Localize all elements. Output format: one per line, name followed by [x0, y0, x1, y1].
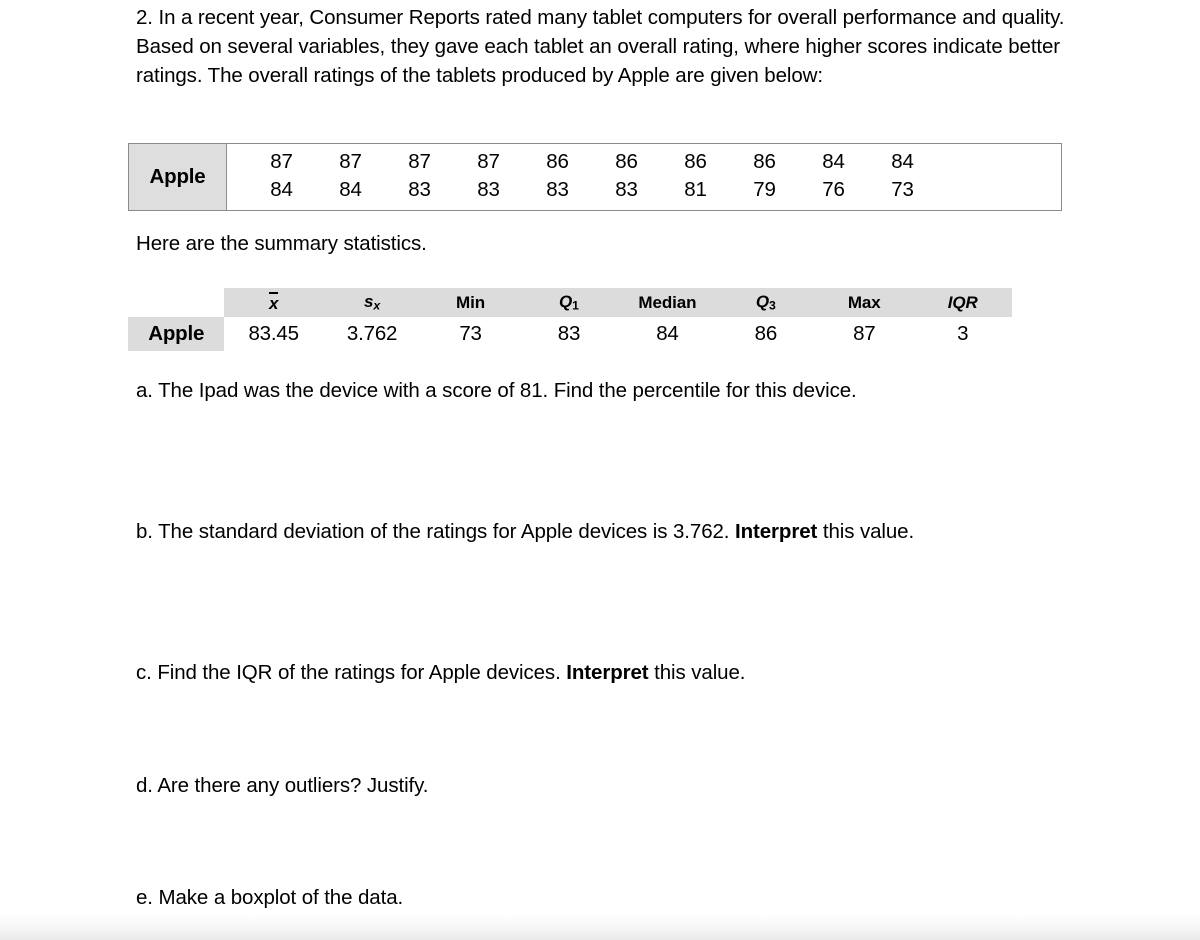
stats-value-mean: 83.45 [224, 317, 323, 351]
stats-value-sx: 3.762 [322, 317, 422, 351]
x-bar-symbol: x [268, 291, 279, 313]
question-part-c-text-after: this value. [648, 661, 746, 684]
data-table-row: 84 84 83 83 83 83 81 79 76 73 [227, 176, 1061, 204]
data-cell: 87 [408, 150, 431, 173]
data-cell: 79 [753, 178, 776, 201]
page-bottom-shadow [0, 914, 1200, 940]
stats-value-iqr: 3 [913, 317, 1012, 351]
data-cell: 81 [684, 178, 707, 201]
question-intro-paragraph: 2. In a recent year, Consumer Reports ra… [136, 6, 1065, 87]
question-part-d: d. Are there any outliers? Justify. [136, 774, 429, 797]
stats-value-median: 84 [618, 317, 717, 351]
stats-header-mean: x [224, 288, 323, 317]
data-table-row-label: Apple [129, 144, 227, 210]
data-cell: 84 [891, 150, 914, 173]
question-part-b: b. The standard deviation of the ratings… [136, 520, 914, 544]
data-cell: 87 [339, 150, 362, 173]
stats-header-q3: Q3 [716, 288, 816, 317]
data-cell: 87 [270, 150, 293, 173]
stats-header-blank [128, 288, 225, 317]
data-cell: 83 [408, 178, 431, 201]
stats-value-q3: 86 [716, 317, 816, 351]
stats-value-row: Apple 83.45 3.762 73 83 84 86 87 3 [128, 317, 1012, 351]
data-cell: 83 [477, 178, 500, 201]
stats-row-label: Apple [128, 317, 225, 351]
data-cell: 76 [822, 178, 845, 201]
data-table-values: 87 87 87 87 86 86 86 86 84 84 84 84 83 8… [227, 144, 1061, 210]
question-part-c: c. Find the IQR of the ratings for Apple… [136, 661, 745, 685]
stats-value-q1: 83 [519, 317, 619, 351]
data-cell: 83 [546, 178, 569, 201]
data-table-row: 87 87 87 87 86 86 86 86 84 84 [227, 148, 1061, 176]
data-cell: 86 [684, 150, 707, 173]
data-cell: 86 [546, 150, 569, 173]
stats-header-min: Min [421, 288, 520, 317]
summary-statistics-lead: Here are the summary statistics. [136, 232, 427, 255]
question-part-b-text-before: b. The standard deviation of the ratings… [136, 520, 735, 543]
question-part-b-text-after: this value. [817, 520, 915, 543]
question-part-a: a. The Ipad was the device with a score … [136, 379, 857, 402]
stats-header-row: x sx Min Q1 Median Q3 Max IQR [128, 288, 1012, 317]
data-cell: 83 [615, 178, 638, 201]
data-cell: 84 [339, 178, 362, 201]
stats-header-sx: sx [322, 288, 422, 317]
data-cell: 86 [753, 150, 776, 173]
question-part-c-emphasis: Interpret [566, 661, 649, 684]
question-part-b-emphasis: Interpret [735, 520, 818, 543]
question-part-e: e. Make a boxplot of the data. [136, 886, 404, 909]
data-cell: 86 [615, 150, 638, 173]
data-cell: 84 [822, 150, 845, 173]
document-page: 2. In a recent year, Consumer Reports ra… [0, 0, 1200, 940]
apple-ratings-data-table: Apple 87 87 87 87 86 86 86 86 84 84 84 8… [128, 143, 1062, 211]
stats-header-max: Max [815, 288, 914, 317]
stats-value-max: 87 [815, 317, 914, 351]
stats-header-median: Median [618, 288, 717, 317]
stats-value-min: 73 [421, 317, 520, 351]
data-cell: 84 [270, 178, 293, 201]
question-part-c-text-before: c. Find the IQR of the ratings for Apple… [136, 661, 567, 684]
stats-header-q1: Q1 [519, 288, 619, 317]
data-cell: 87 [477, 150, 500, 173]
summary-statistics-table: x sx Min Q1 Median Q3 Max IQR Apple 83.4… [128, 288, 1012, 351]
data-cell: 73 [891, 178, 914, 201]
stats-header-iqr: IQR [913, 288, 1012, 317]
